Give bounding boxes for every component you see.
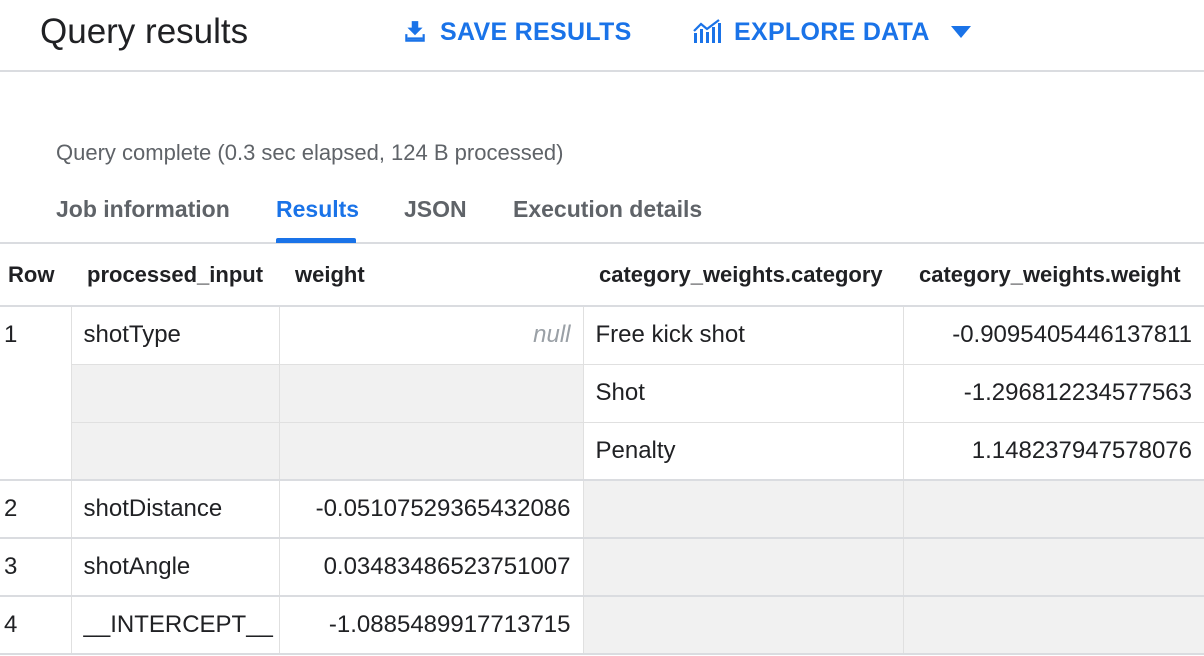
table-row: 4 __INTERCEPT__ -1.0885489917713715: [0, 596, 1204, 655]
category-cell: Free kick shot: [582, 306, 903, 365]
table-row: Shot -1.296812234577563: [0, 364, 1204, 423]
empty-cell: [71, 364, 279, 423]
explore-data-button[interactable]: EXPLORE DATA: [692, 14, 972, 50]
row-number: 1: [0, 306, 72, 481]
empty-cell: [902, 538, 1204, 597]
category-cell: Penalty: [582, 422, 903, 481]
processed-input-cell: shotDistance: [71, 480, 279, 539]
empty-cell: [902, 596, 1204, 655]
column-header-processed-input: processed_input: [71, 244, 279, 307]
tab-execution-details[interactable]: Execution details: [513, 196, 702, 223]
category-weight-cell: -0.9095405446137811: [902, 306, 1204, 365]
empty-cell: [582, 480, 903, 539]
column-header-row: Row: [0, 244, 71, 307]
page-title: Query results: [40, 12, 249, 51]
row-number: 4: [0, 596, 72, 655]
weight-cell: 0.03483486523751007: [278, 538, 583, 597]
column-header-category-weight: category_weights.weight: [903, 244, 1204, 307]
header: Query results SAVE RESULTS EXPLORE DATA: [0, 0, 1204, 72]
processed-input-cell: __INTERCEPT__: [71, 596, 279, 655]
weight-cell: -0.05107529365432086: [278, 480, 583, 539]
category-weight-cell: -1.296812234577563: [902, 364, 1204, 423]
caret-down-icon[interactable]: [950, 25, 972, 39]
tab-job-information[interactable]: Job information: [56, 196, 230, 223]
row-number: 2: [0, 480, 72, 539]
chart-icon: [692, 19, 722, 45]
empty-cell: [278, 422, 583, 481]
query-status: Query complete (0.3 sec elapsed, 124 B p…: [56, 140, 564, 165]
results-table: Row processed_input weight category_weig…: [0, 244, 1204, 655]
table-row: Penalty 1.148237947578076: [0, 422, 1204, 481]
table-row: 3 shotAngle 0.03483486523751007: [0, 538, 1204, 597]
processed-input-cell: shotType: [71, 306, 279, 365]
tab-results[interactable]: Results: [276, 196, 359, 223]
table-row: 2 shotDistance -0.05107529365432086: [0, 480, 1204, 539]
empty-cell: [582, 596, 903, 655]
category-cell: Shot: [582, 364, 903, 423]
weight-cell: null: [278, 306, 583, 365]
processed-input-cell: shotAngle: [71, 538, 279, 597]
active-tab-indicator: [276, 238, 356, 243]
weight-cell: -1.0885489917713715: [278, 596, 583, 655]
empty-cell: [71, 422, 279, 481]
category-weight-cell: 1.148237947578076: [902, 422, 1204, 481]
empty-cell: [582, 538, 903, 597]
table-header-row: Row processed_input weight category_weig…: [0, 244, 1204, 307]
explore-data-label: EXPLORE DATA: [734, 17, 930, 46]
empty-cell: [278, 364, 583, 423]
empty-cell: [902, 480, 1204, 539]
download-icon: [402, 19, 428, 45]
tab-json[interactable]: JSON: [404, 196, 467, 223]
results-tabs: Job information Results JSON Execution d…: [0, 186, 1204, 244]
column-header-weight: weight: [279, 244, 583, 307]
save-results-button[interactable]: SAVE RESULTS: [402, 14, 632, 50]
row-number: 3: [0, 538, 72, 597]
table-row: 1 shotType null Free kick shot -0.909540…: [0, 306, 1204, 481]
save-results-label: SAVE RESULTS: [440, 17, 632, 46]
column-header-category: category_weights.category: [583, 244, 903, 307]
